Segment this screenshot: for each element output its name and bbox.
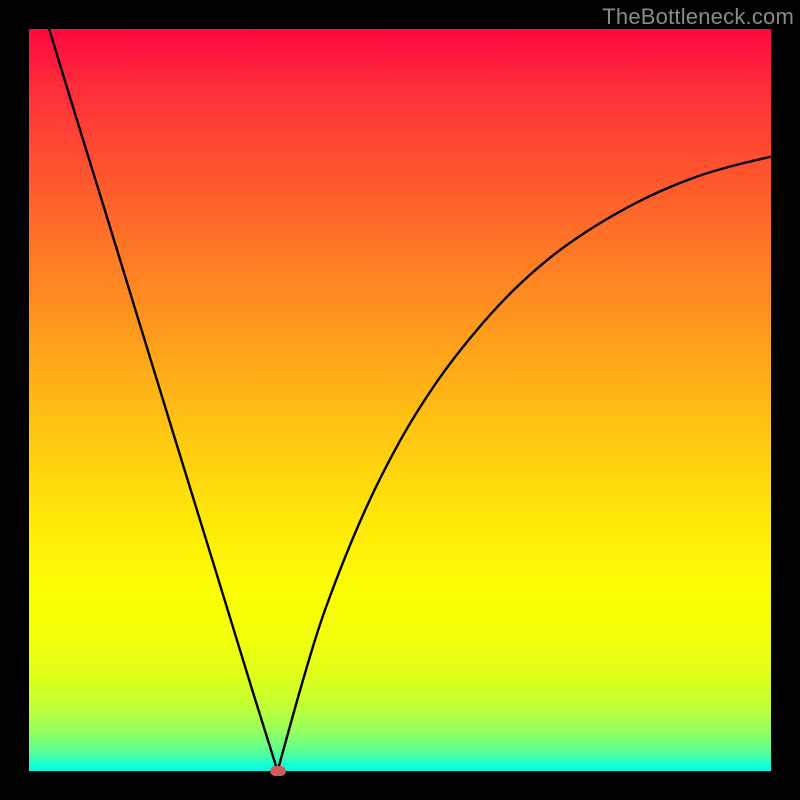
watermark-text: TheBottleneck.com xyxy=(602,4,794,30)
chart-plot-area xyxy=(29,29,771,771)
chart-background-gradient xyxy=(29,29,771,771)
minimum-marker xyxy=(270,766,286,776)
